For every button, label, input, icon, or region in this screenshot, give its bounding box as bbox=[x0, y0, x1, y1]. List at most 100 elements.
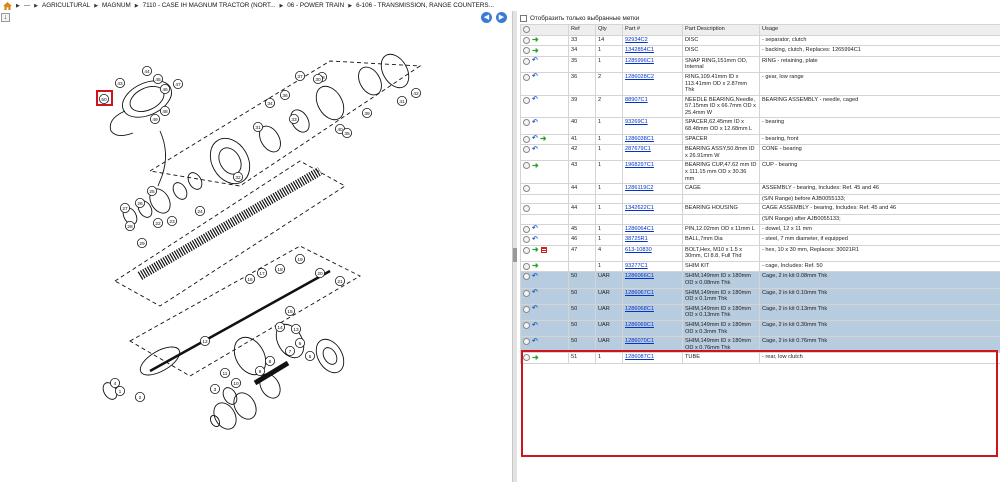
cell-part-number-link[interactable]: 1286068C1 bbox=[622, 303, 683, 322]
breadcrumb-item-model[interactable]: 7110 - CASE IH MAGNUM TRACTOR (NORT... bbox=[143, 2, 276, 9]
add-to-list-icon[interactable] bbox=[523, 119, 530, 127]
callout-label[interactable]: 44 bbox=[144, 69, 150, 75]
callout-label[interactable]: 46 bbox=[162, 87, 168, 93]
callout-label[interactable]: 5 bbox=[309, 354, 312, 360]
breadcrumb-item-magnum[interactable]: MAGNUM bbox=[102, 2, 131, 9]
return-arrow-icon[interactable]: ↶ bbox=[532, 273, 538, 280]
callout-label[interactable]: 39 bbox=[364, 111, 370, 117]
table-row[interactable]: ↶ 36 2 1286028C2 RING,109.41mm ID x 113.41mm… bbox=[520, 71, 1000, 96]
add-to-list-icon[interactable] bbox=[523, 135, 530, 143]
table-row[interactable]: ↶ 50 UAR 1286067C1 SHIM,149mm ID x 180mm OD … bbox=[520, 287, 1000, 305]
add-to-list-icon[interactable] bbox=[523, 96, 530, 104]
table-row[interactable]: ➜ 1 93277C1 SHIM KIT - cage, Includes: Ref. … bbox=[520, 260, 1000, 273]
cell-part-number-link[interactable]: 1968297C1 bbox=[622, 160, 683, 185]
callout-label[interactable]: 31 bbox=[255, 125, 261, 131]
add-to-list-icon[interactable] bbox=[523, 273, 530, 281]
table-row[interactable]: ↶ 35 1 1285996C1 SNAP RING,151mm OD, Interna… bbox=[520, 55, 1000, 73]
column-header-description[interactable]: Part Description bbox=[682, 24, 760, 36]
column-header-qty[interactable]: Qty bbox=[595, 24, 623, 36]
previous-page-button[interactable]: ◀ bbox=[481, 12, 492, 23]
callout-label[interactable]: 37 bbox=[297, 74, 303, 80]
cell-part-number-link[interactable] bbox=[622, 193, 683, 205]
breadcrumb-ellipsis[interactable]: --- bbox=[24, 2, 30, 9]
callout-label[interactable]: 4 bbox=[114, 381, 117, 387]
column-header-ref[interactable]: Ref bbox=[568, 24, 596, 36]
table-row[interactable]: ↶ 45 1 1286064C1 PIN,12.02mm OD x 11mm L- do… bbox=[520, 223, 1000, 236]
return-arrow-icon[interactable]: ↶ bbox=[532, 57, 538, 64]
table-row[interactable]: (S/N Range) before AJB0055133; bbox=[520, 193, 1000, 205]
add-to-list-icon[interactable] bbox=[523, 47, 530, 55]
table-row[interactable]: ↶ 42 1 287679C1 BEARING ASSY,50.8mm ID x 26.… bbox=[520, 144, 1000, 162]
diagram-viewer[interactable]: ↓ ◀ ▶ 43 44 45 46 47 48 49 50 39 40 41 4… bbox=[0, 11, 512, 482]
table-row[interactable]: ➜ 43 1 1968297C1 BEARING CUP,47.62 mm ID x 1… bbox=[520, 160, 1000, 185]
callout-label[interactable]: 24 bbox=[197, 209, 203, 215]
add-to-list-icon[interactable] bbox=[523, 236, 530, 244]
callout-label[interactable]: 45 bbox=[155, 77, 161, 83]
callout-label[interactable]: 29 bbox=[139, 241, 145, 247]
callout-label[interactable]: 9 bbox=[259, 369, 262, 375]
return-arrow-icon[interactable]: ↶ bbox=[532, 289, 538, 296]
go-arrow-icon[interactable]: ➜ bbox=[532, 36, 539, 44]
table-row[interactable]: ➜ 47 4 613-10830 BOLT,Hex, M10 x 1.5 x 30mm,… bbox=[520, 244, 1000, 262]
breadcrumb-item-agricultural[interactable]: AGRICULTURAL bbox=[42, 2, 90, 9]
return-arrow-icon[interactable]: ↶ bbox=[532, 73, 538, 80]
table-row[interactable]: ↶ 46 1 38725R1 BALL,7mm Dia - steel, 7 mm dia… bbox=[520, 234, 1000, 246]
callout-label[interactable]: 28 bbox=[127, 224, 133, 230]
table-row[interactable]: ↶ 50 UAR 1286070C1 SHIM,149mm ID x 180mm OD … bbox=[520, 336, 1000, 354]
breadcrumb-item-page[interactable]: 6-106 - TRANSMISSION, RANGE COUNTERS... bbox=[356, 2, 494, 9]
add-to-list-icon[interactable] bbox=[523, 36, 530, 44]
table-row[interactable]: ➜ 51 1 1286087C1 TUBE - rear, low clutch bbox=[520, 352, 1000, 364]
callout-label[interactable]: 14 bbox=[277, 325, 283, 331]
callout-label[interactable]: 26 bbox=[137, 201, 143, 207]
return-arrow-icon[interactable]: ↶ bbox=[532, 96, 538, 103]
cell-part-number-link[interactable]: 1286028C2 bbox=[622, 71, 683, 96]
cell-part-number-link[interactable]: 1286038C1 bbox=[622, 133, 683, 146]
cell-part-number-link[interactable]: 1286067C1 bbox=[622, 287, 683, 305]
callout-label[interactable]: 36 bbox=[282, 93, 288, 99]
return-arrow-icon[interactable]: ↶ bbox=[532, 236, 538, 243]
callout-label[interactable]: 23 bbox=[169, 219, 175, 225]
column-header-icons[interactable] bbox=[520, 24, 569, 36]
callout-label[interactable]: 18 bbox=[277, 267, 283, 273]
cell-part-number-link[interactable]: 93277C1 bbox=[622, 260, 683, 273]
go-arrow-icon[interactable]: ➜ bbox=[532, 162, 539, 170]
cell-part-number-link[interactable]: 287679C1 bbox=[622, 144, 683, 162]
add-to-list-icon[interactable] bbox=[523, 289, 530, 297]
table-row[interactable]: ↶ ➜ 41 1 1286038C1 SPACER - bearing, front bbox=[520, 133, 1000, 146]
callout-label[interactable]: 25 bbox=[149, 189, 155, 195]
callout-label[interactable]: 7 bbox=[289, 349, 292, 355]
return-arrow-icon[interactable]: ↶ bbox=[532, 146, 538, 153]
callout-label[interactable]: 8 bbox=[269, 359, 272, 365]
add-to-list-icon[interactable] bbox=[523, 246, 530, 254]
cell-part-number-link[interactable]: 92934C2 bbox=[622, 34, 683, 47]
add-to-list-icon[interactable] bbox=[523, 225, 530, 233]
add-all-icon[interactable] bbox=[523, 26, 530, 33]
callout-label[interactable]: 48 bbox=[162, 109, 168, 115]
document-icon[interactable] bbox=[540, 247, 547, 254]
callout-label[interactable]: 2 bbox=[139, 395, 142, 401]
callout-label[interactable]: 47 bbox=[175, 82, 181, 88]
cell-part-number-link[interactable]: 1286066C1 bbox=[622, 271, 683, 289]
show-selected-only-filter[interactable]: Отобразить только выбранные метки bbox=[520, 13, 639, 23]
go-arrow-icon[interactable]: ➜ bbox=[532, 354, 539, 362]
table-row[interactable]: ➜ 33 14 92934C2 DISC - separator, clutch bbox=[520, 34, 1000, 47]
cell-part-number-link[interactable]: 1342854C1 bbox=[622, 45, 683, 57]
cell-part-number-link[interactable]: 1286064C1 bbox=[622, 223, 683, 236]
callout-label[interactable]: 12 bbox=[202, 339, 208, 345]
go-arrow-icon[interactable]: ➜ bbox=[532, 262, 539, 270]
add-to-list-icon[interactable] bbox=[523, 322, 530, 330]
cell-part-number-link[interactable]: 1286070C1 bbox=[622, 336, 683, 354]
table-row[interactable]: ↶ 50 UAR 1286069C1 SHIM,149mm ID x 180mm OD … bbox=[520, 320, 1000, 338]
callout-label[interactable]: 20 bbox=[317, 271, 323, 277]
add-to-list-icon[interactable] bbox=[523, 162, 530, 170]
table-row[interactable]: ➜ 34 1 1342854C1 DISC - backing, clutch, Repl… bbox=[520, 45, 1000, 57]
add-to-list-icon[interactable] bbox=[523, 205, 530, 213]
callout-label[interactable]: 10 bbox=[233, 381, 239, 387]
go-arrow-icon[interactable]: ➜ bbox=[540, 135, 547, 143]
table-row[interactable]: 44 1 1286119C2 CAGE ASSEMBLY - bearing, Incl… bbox=[520, 183, 1000, 195]
table-row[interactable]: 44 1 1342622C1 BEARING HOUSING CAGE ASSEMBLY… bbox=[520, 203, 1000, 215]
callout-label[interactable]: 34 bbox=[267, 101, 273, 107]
callout-label[interactable]: 19 bbox=[297, 257, 303, 263]
add-to-list-icon[interactable] bbox=[523, 354, 530, 362]
cell-part-number-link[interactable]: 613-10830 bbox=[622, 244, 683, 262]
